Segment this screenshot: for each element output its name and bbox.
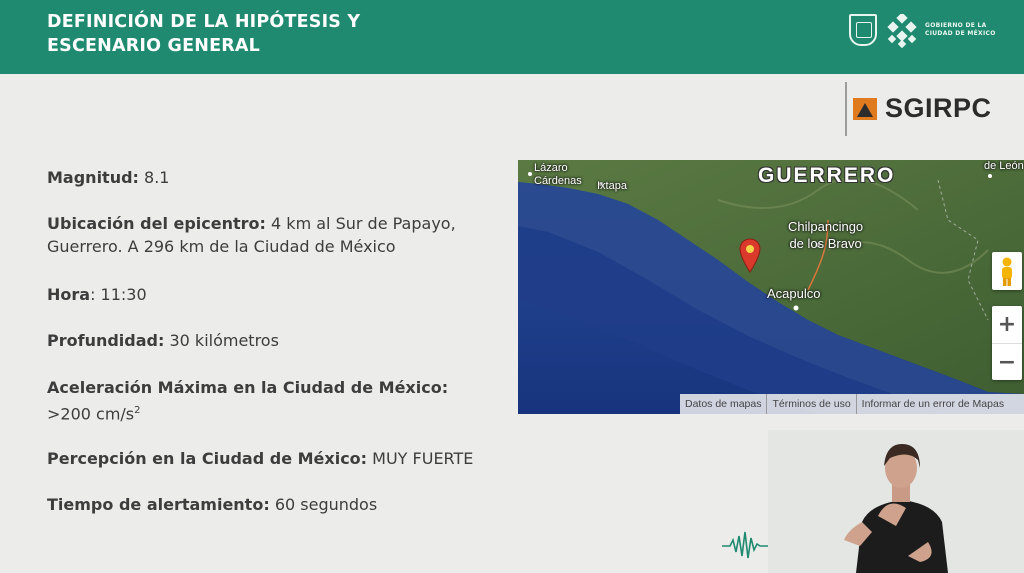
depth-label: Profundidad: xyxy=(47,331,165,350)
map-attribution-bar: Datos de mapas Términos de uso Informar de… xyxy=(680,394,1024,414)
page-title-line1: DEFINICIÓN DE LA HIPÓTESIS Y xyxy=(47,12,361,32)
map-place-leon: de León xyxy=(984,160,1024,172)
acceleration-value: >200 cm/s xyxy=(47,404,135,424)
gov-logo-line2: CIUDAD DE MÉXICO xyxy=(925,30,996,37)
map-report-error-link[interactable]: Informar de un error de Mapas xyxy=(855,394,1009,414)
map-place-acapulco: Acapulco xyxy=(767,286,821,301)
perception-value: MUY FUERTE xyxy=(372,449,474,468)
sgirpc-triangle-icon xyxy=(853,98,877,120)
acceleration-row: Aceleración Máxima en la Ciudad de Méxic… xyxy=(47,376,497,425)
sign-language-interpreter-video xyxy=(768,430,1024,573)
interpreter-figure xyxy=(768,430,1024,573)
perception-label: Percepción en la Ciudad de México: xyxy=(47,449,368,468)
epicenter-row: Ubicación del epicentro: 4 km al Sur de … xyxy=(47,212,497,258)
magnitude-value: 8.1 xyxy=(144,168,170,187)
acceleration-label: Aceleración Máxima en la Ciudad de Méxic… xyxy=(47,378,449,397)
map-terms-link[interactable]: Términos de uso xyxy=(766,394,855,414)
time-label: Hora xyxy=(47,285,91,304)
gov-logo-line1: GOBIERNO DE LA xyxy=(925,22,987,29)
zoom-in-button[interactable]: + xyxy=(992,306,1022,343)
map-state-label: GUERRERO xyxy=(758,164,896,187)
magnitude-row: Magnitud: 8.1 xyxy=(47,166,497,189)
seismic-wave-icon xyxy=(722,531,768,559)
sgirpc-wordmark: SGIRPC xyxy=(885,93,992,123)
map-place-chilpancingo-line1: Chilpancingo xyxy=(788,219,864,234)
epicenter-label: Ubicación del epicentro: xyxy=(47,214,266,233)
sgirpc-logo: SGIRPC xyxy=(845,82,1019,136)
map-place-ixtapa: Ixtapa xyxy=(597,180,627,192)
map-place-lazaro-line1: Lázaro xyxy=(534,162,568,174)
alert-time-value: 60 segundos xyxy=(274,495,378,514)
depth-value: 30 kilómetros xyxy=(169,331,279,350)
map-place-lazaro-line2: Cárdenas xyxy=(534,175,582,187)
zoom-out-button[interactable]: − xyxy=(992,343,1022,380)
epicenter-map[interactable]: GUERRERO Lázaro Cárdenas Ixtapa Chilpanc… xyxy=(518,160,1024,414)
coat-of-arms-icon xyxy=(849,14,877,46)
alert-time-label: Tiempo de alertamiento: xyxy=(47,495,270,514)
depth-row: Profundidad: 30 kilómetros xyxy=(47,329,497,352)
page-title: DEFINICIÓN DE LA HIPÓTESIS Y ESCENARIO G… xyxy=(47,10,360,58)
acceleration-unit-exponent: 2 xyxy=(134,405,141,416)
magnitude-label: Magnitud: xyxy=(47,168,139,187)
time-row: Hora: 11:30 xyxy=(47,283,497,306)
map-place-lazaro: Lázaro Cárdenas xyxy=(534,162,582,188)
map-marker-icon[interactable] xyxy=(739,238,761,274)
government-logo: GOBIERNO DE LA CIUDAD DE MÉXICO xyxy=(849,14,1009,50)
header-bar: DEFINICIÓN DE LA HIPÓTESIS Y ESCENARIO G… xyxy=(0,0,1024,74)
alert-time-row: Tiempo de alertamiento: 60 segundos xyxy=(47,493,497,516)
time-value: : 11:30 xyxy=(90,285,147,304)
page-title-line2: ESCENARIO GENERAL xyxy=(47,36,260,56)
map-place-chilpancingo-line2: de los Bravo xyxy=(789,236,862,251)
pegman-icon xyxy=(1002,257,1012,286)
perception-row: Percepción en la Ciudad de México: MUY F… xyxy=(47,447,497,470)
map-data-link[interactable]: Datos de mapas xyxy=(680,394,766,414)
map-place-chilpancingo: Chilpancingo de los Bravo xyxy=(788,218,863,252)
map-zoom-control: + − xyxy=(992,306,1022,380)
pegman-button[interactable] xyxy=(992,252,1022,290)
gov-logo-text: GOBIERNO DE LA CIUDAD DE MÉXICO xyxy=(925,22,996,38)
cdmx-emblem-icon xyxy=(887,14,917,48)
